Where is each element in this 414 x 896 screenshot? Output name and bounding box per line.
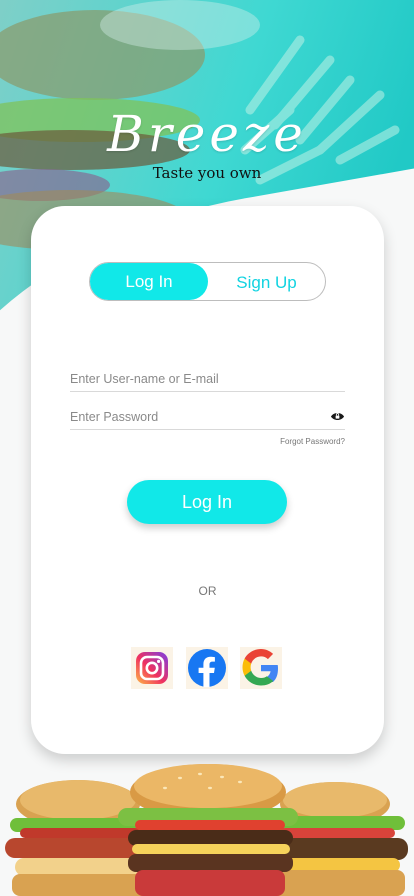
instagram-icon[interactable] (131, 647, 173, 689)
username-field (70, 368, 345, 392)
password-field (70, 406, 345, 430)
facebook-icon[interactable] (186, 647, 228, 689)
auth-mode-toggle: Log In Sign Up (89, 262, 326, 301)
app-tagline: Taste you own (152, 164, 262, 182)
login-card: Log In Sign Up Forgot Password? Log In O… (31, 206, 384, 754)
password-input[interactable] (70, 406, 345, 428)
google-icon[interactable] (240, 647, 282, 689)
login-button[interactable]: Log In (127, 480, 287, 524)
tab-signup[interactable]: Sign Up (208, 263, 325, 300)
forgot-password-link[interactable]: Forgot Password? (241, 437, 345, 446)
show-password-icon[interactable] (330, 409, 345, 424)
or-divider: OR (198, 584, 217, 598)
username-input[interactable] (70, 368, 345, 390)
brand-block: Breeze Taste you own (0, 108, 414, 182)
tab-login[interactable]: Log In (90, 263, 208, 300)
app-logo-title: Breeze (107, 105, 307, 163)
burgers-illustration (5, 764, 408, 896)
